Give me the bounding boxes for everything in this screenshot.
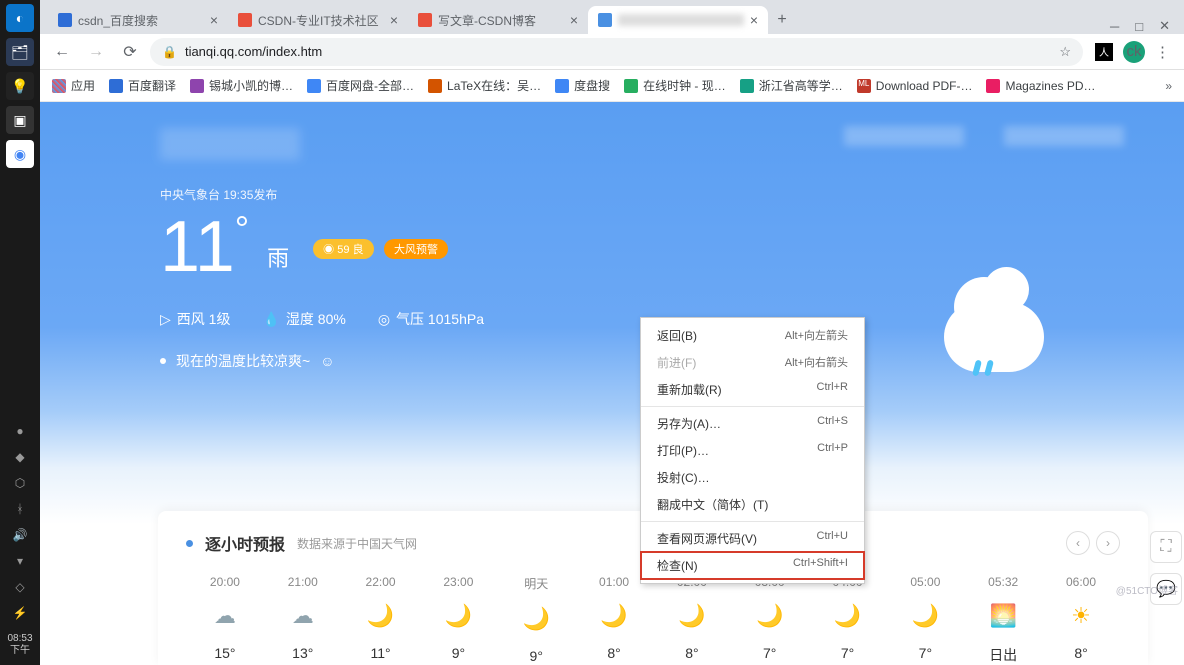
minimize-icon[interactable]: ─ bbox=[1110, 19, 1119, 34]
hourly-col: 20:00☁15° bbox=[186, 575, 264, 665]
emoji-icon: ☺ bbox=[320, 353, 334, 369]
bookmark-item[interactable]: 在线时钟 - 现… bbox=[624, 77, 726, 94]
reload-button[interactable]: ⟳ bbox=[116, 38, 144, 66]
bookmark-item[interactable]: 浙江省高等学… bbox=[740, 77, 843, 94]
system-taskbar: ◐ 🗂 💡 ▣ ◉ ● ◆ ⬡ ᚼ 🔊 ▾ ◇ ⚡ 08:53 下午 bbox=[0, 0, 40, 665]
wind-icon: ▷ bbox=[160, 311, 171, 328]
publish-time: 中央气象台 19:35发布 bbox=[160, 186, 1184, 203]
clock[interactable]: 08:53 下午 bbox=[7, 629, 32, 665]
close-icon[interactable]: × bbox=[570, 12, 578, 28]
url-input[interactable]: 🔒 tianqi.qq.com/index.htm ☆ bbox=[150, 38, 1083, 66]
context-menu-item[interactable]: 查看网页源代码(V)Ctrl+U bbox=[641, 525, 864, 552]
bookmark-item[interactable]: 百度翻译 bbox=[109, 77, 176, 94]
context-menu-item[interactable]: 打印(P)…Ctrl+P bbox=[641, 437, 864, 464]
close-window-icon[interactable]: ✕ bbox=[1159, 18, 1170, 34]
wifi-icon[interactable]: ◇ bbox=[10, 577, 30, 597]
fullscreen-button[interactable]: ⛶ bbox=[1150, 531, 1182, 563]
app-icon[interactable]: ▣ bbox=[6, 106, 34, 134]
profile-avatar[interactable]: ck bbox=[1123, 41, 1145, 63]
forward-button[interactable]: → bbox=[82, 38, 110, 66]
cloud-rain-icon bbox=[944, 302, 1044, 372]
context-menu-item[interactable]: 投射(C)… bbox=[641, 464, 864, 491]
tray-icon-2[interactable]: ◆ bbox=[10, 447, 30, 467]
hourly-col: 21:00☁13° bbox=[264, 575, 342, 665]
context-menu-item[interactable]: 返回(B)Alt+向左箭头 bbox=[641, 322, 864, 349]
hourly-col: 04:00🌙7° bbox=[809, 575, 887, 665]
hourly-col: 03:00🌙7° bbox=[731, 575, 809, 665]
context-menu-item[interactable]: 前进(F)Alt+向右箭头 bbox=[641, 349, 864, 376]
bookmark-item[interactable]: 度盘搜 bbox=[555, 77, 610, 94]
ext-icon[interactable]: 人 bbox=[1095, 43, 1113, 61]
lock-icon: 🔒 bbox=[162, 45, 177, 59]
hint-icon[interactable]: 💡 bbox=[6, 72, 34, 100]
context-menu-item[interactable]: 重新加载(R)Ctrl+R bbox=[641, 376, 864, 403]
temperature: 11° bbox=[160, 211, 249, 283]
back-button[interactable]: ← bbox=[48, 38, 76, 66]
context-menu-item[interactable]: 另存为(A)…Ctrl+S bbox=[641, 410, 864, 437]
hourly-source: 数据来源于中国天气网 bbox=[297, 535, 417, 552]
hourly-col: 01:00🌙8° bbox=[575, 575, 653, 665]
hourly-col: 22:00🌙11° bbox=[342, 575, 420, 665]
close-icon[interactable]: × bbox=[750, 12, 758, 28]
browser-tab[interactable]: csdn_百度搜索× bbox=[48, 6, 228, 34]
launcher-icon[interactable]: ◐ bbox=[6, 4, 34, 32]
hourly-col: 05:00🌙7° bbox=[886, 575, 964, 665]
hourly-title: 逐小时预报 bbox=[205, 531, 285, 555]
hourly-col: 05:32🌅日出 bbox=[964, 575, 1042, 665]
bookmark-item[interactable]: LaTeX在线：吴… bbox=[428, 77, 541, 94]
hourly-col: 06:00☀8° bbox=[1042, 575, 1120, 665]
watermark: @51CTO博客 bbox=[1116, 582, 1178, 597]
close-icon[interactable]: × bbox=[390, 12, 398, 28]
page-content: 中央气象台 19:35发布 11° 雨 ◉ 59 良 大风预警 ▷西风 1级 💧… bbox=[40, 102, 1184, 665]
context-menu-item[interactable]: 检查(N)Ctrl+Shift+I bbox=[641, 552, 864, 579]
browser-tab-active[interactable]: × bbox=[588, 6, 768, 34]
hourly-prev-button[interactable]: ‹ bbox=[1066, 531, 1090, 555]
menu-icon[interactable]: ⋮ bbox=[1155, 43, 1170, 61]
new-tab-button[interactable]: + bbox=[768, 6, 796, 34]
apps-button[interactable]: 应用 bbox=[52, 77, 95, 94]
bookmark-item[interactable]: Magazines PD… bbox=[986, 79, 1095, 93]
humidity-icon: 💧 bbox=[262, 311, 279, 328]
browser-tab-bar: csdn_百度搜索× CSDN-专业IT技术社区× 写文章-CSDN博客× × … bbox=[40, 0, 1184, 34]
browser-tab[interactable]: CSDN-专业IT技术社区× bbox=[228, 6, 408, 34]
bookmark-overflow-icon[interactable]: » bbox=[1165, 79, 1172, 93]
city-name bbox=[160, 128, 300, 160]
context-menu: 返回(B)Alt+向左箭头前进(F)Alt+向右箭头重新加载(R)Ctrl+R 另… bbox=[640, 317, 865, 584]
hourly-col: 23:00🌙9° bbox=[419, 575, 497, 665]
hourly-next-button[interactable]: › bbox=[1096, 531, 1120, 555]
condition: 雨 bbox=[267, 241, 289, 273]
bookmark-item[interactable]: 锡城小凯的博… bbox=[190, 77, 293, 94]
down-icon[interactable]: ▾ bbox=[10, 551, 30, 571]
battery-icon[interactable]: ⚡ bbox=[10, 603, 30, 623]
aqi-badge[interactable]: ◉ 59 良 bbox=[313, 239, 373, 259]
hourly-col: 明天🌙9° bbox=[497, 575, 575, 665]
bluetooth-icon[interactable]: ᚼ bbox=[10, 499, 30, 519]
tray-cube-icon[interactable]: ⬡ bbox=[10, 473, 30, 493]
chrome-icon[interactable]: ◉ bbox=[6, 140, 34, 168]
url-text: tianqi.qq.com/index.htm bbox=[185, 44, 322, 59]
browser-tab[interactable]: 写文章-CSDN博客× bbox=[408, 6, 588, 34]
warning-badge[interactable]: 大风预警 bbox=[384, 239, 448, 259]
star-icon[interactable]: ☆ bbox=[1059, 44, 1071, 60]
files-icon[interactable]: 🗂 bbox=[6, 38, 34, 66]
bookmark-item[interactable]: MLDownload PDF-… bbox=[857, 79, 973, 93]
bookmark-item[interactable]: 百度网盘-全部… bbox=[307, 77, 414, 94]
volume-icon[interactable]: 🔊 bbox=[10, 525, 30, 545]
hourly-col: 02:00🌙8° bbox=[653, 575, 731, 665]
address-bar: ← → ⟳ 🔒 tianqi.qq.com/index.htm ☆ 人 ck ⋮ bbox=[40, 34, 1184, 70]
maximize-icon[interactable]: □ bbox=[1135, 19, 1143, 34]
pressure-icon: ◎ bbox=[378, 311, 390, 328]
tray-icon-1[interactable]: ● bbox=[10, 421, 30, 441]
bookmarks-bar: 应用 百度翻译 锡城小凯的博… 百度网盘-全部… LaTeX在线：吴… 度盘搜 … bbox=[40, 70, 1184, 102]
context-menu-item[interactable]: 翻成中文（简体）(T) bbox=[641, 491, 864, 518]
close-icon[interactable]: × bbox=[210, 12, 218, 28]
